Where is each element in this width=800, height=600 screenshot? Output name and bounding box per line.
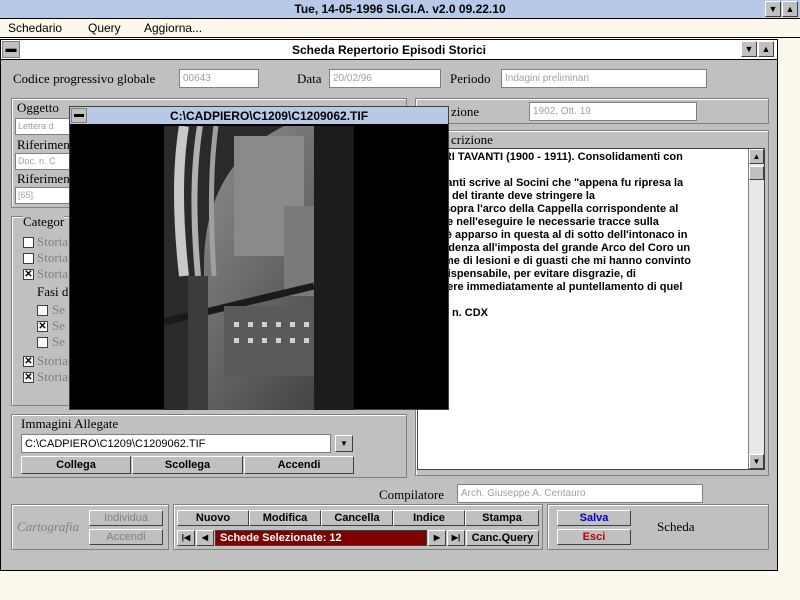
categoria-checkbox-1[interactable]: [23, 237, 34, 248]
scheda-label: Scheda: [657, 519, 695, 534]
fase-checkbox-1[interactable]: [37, 305, 48, 316]
scroll-up-arrow-icon[interactable]: ▲: [749, 149, 764, 164]
immagini-dropdown-button[interactable]: ▼: [335, 435, 353, 452]
modifica-button[interactable]: Modifica: [249, 510, 321, 526]
immagini-select[interactable]: C:\CADPIERO\C1209\C1209062.TIF: [21, 434, 331, 453]
menu-aggiorna[interactable]: Aggiorna...: [144, 21, 202, 35]
prev-record-icon[interactable]: ◀: [196, 530, 214, 546]
scollega-button[interactable]: Scollega: [132, 456, 243, 474]
indice-button[interactable]: Indice: [393, 510, 465, 526]
collocazione-label: zione: [451, 104, 480, 119]
periodo-field[interactable]: Indagini preliminari: [501, 69, 707, 88]
storia-checkbox-1[interactable]: ✕: [23, 356, 34, 367]
child-maximize-button[interactable]: ▲: [758, 41, 774, 57]
fasi-label: Fasi d: [37, 284, 69, 299]
storia-label-1: Storia: [37, 353, 69, 368]
app-title: Tue, 14-05-1996 SI.GI.A. v2.0 09.22.10: [294, 2, 506, 16]
maximize-button[interactable]: ▲: [782, 1, 798, 17]
viewer-system-menu-icon[interactable]: ▬: [71, 108, 87, 123]
descrizione-label: crizione: [451, 132, 493, 147]
categoria-checkbox-2[interactable]: [23, 253, 34, 264]
cartografia-label: Cartografia: [17, 519, 80, 534]
collega-button[interactable]: Collega: [21, 456, 131, 474]
compilatore-field[interactable]: Arch. Giuseppe A. Centauro: [457, 484, 703, 503]
riferimento2-label: Riferimen: [17, 171, 70, 186]
menubar: Schedario Query Aggiorna...: [0, 19, 800, 38]
codice-field[interactable]: 00643: [179, 69, 259, 88]
storia-checkbox-2[interactable]: ✕: [23, 372, 34, 383]
fase-label-1: Se: [52, 302, 65, 317]
esci-button[interactable]: Esci: [557, 529, 631, 545]
image-viewer-titlebar: ▬ C:\CADPIERO\C1209\C1209062.TIF: [70, 107, 448, 125]
fase-label-3: Se: [52, 334, 65, 349]
riferimento1-field[interactable]: Doc. n. C: [15, 153, 71, 170]
next-record-icon[interactable]: ▶: [428, 530, 446, 546]
record-status: Schede Selezionate: 12: [215, 530, 427, 546]
oggetto-label: Oggetto: [17, 100, 59, 115]
fase-label-2: Se: [52, 318, 65, 333]
descrizione-textarea[interactable]: TAURI TAVANTI (1900 - 1911). Consolidame…: [417, 148, 765, 470]
minimize-button[interactable]: ▼: [765, 1, 781, 17]
cancella-button[interactable]: Cancella: [321, 510, 393, 526]
accendi-image-button[interactable]: Accendi: [244, 456, 354, 474]
child-minimize-button[interactable]: ▼: [741, 41, 757, 57]
categoria-label-1: Storia: [37, 234, 69, 249]
data-label: Data: [297, 71, 322, 86]
first-record-icon[interactable]: |◀: [177, 530, 195, 546]
periodo-label: Periodo: [450, 71, 491, 86]
viewer-title: C:\CADPIERO\C1209\C1209062.TIF: [169, 109, 369, 123]
window-title: Scheda Repertorio Episodi Storici: [291, 43, 487, 57]
stampa-button[interactable]: Stampa: [465, 510, 539, 526]
last-record-icon[interactable]: ▶|: [447, 530, 465, 546]
canc-query-button[interactable]: Canc.Query: [466, 530, 539, 546]
data-field[interactable]: 20/02/96: [329, 69, 441, 88]
accendi-carto-button[interactable]: Accendi: [89, 529, 163, 545]
riferimento2-field[interactable]: [65].: [15, 187, 71, 204]
menu-schedario[interactable]: Schedario: [8, 21, 62, 35]
fase-checkbox-3[interactable]: [37, 337, 48, 348]
collocazione-field[interactable]: 1902, Ott. 19: [529, 102, 697, 121]
categorie-label: Categor: [23, 214, 65, 230]
categoria-label-3: Storia: [37, 266, 69, 281]
categoria-checkbox-3[interactable]: ✕: [23, 269, 34, 280]
descrizione-text: TAURI TAVANTI (1900 - 1911). Consolidame…: [422, 151, 691, 319]
riferimento1-label: Riferimen: [17, 137, 70, 152]
scheda-titlebar: ▬ Scheda Repertorio Episodi Storici ▼ ▲: [1, 40, 777, 60]
immagini-label: Immagini Allegate: [21, 416, 119, 431]
individua-button[interactable]: Individua: [89, 510, 163, 526]
archival-photo: [164, 126, 354, 410]
codice-label: Codice progressivo globale: [13, 71, 156, 86]
fase-checkbox-2[interactable]: ✕: [37, 321, 48, 332]
descrizione-scrollbar[interactable]: ▲ ▼: [748, 149, 764, 469]
salva-button[interactable]: Salva: [557, 510, 631, 526]
scroll-thumb[interactable]: [749, 166, 764, 180]
nuovo-button[interactable]: Nuovo: [177, 510, 249, 526]
menu-query[interactable]: Query: [88, 21, 121, 35]
compilatore-label: Compilatore: [379, 487, 444, 502]
app-titlebar: Tue, 14-05-1996 SI.GI.A. v2.0 09.22.10 ▼…: [0, 0, 800, 19]
image-viewer-window: ▬ C:\CADPIERO\C1209\C1209062.TIF: [69, 106, 449, 410]
scroll-down-arrow-icon[interactable]: ▼: [749, 454, 764, 469]
oggetto-field[interactable]: Lettera d: [15, 118, 71, 135]
storia-label-2: Storia: [37, 369, 69, 384]
categoria-label-2: Storia: [37, 250, 69, 265]
